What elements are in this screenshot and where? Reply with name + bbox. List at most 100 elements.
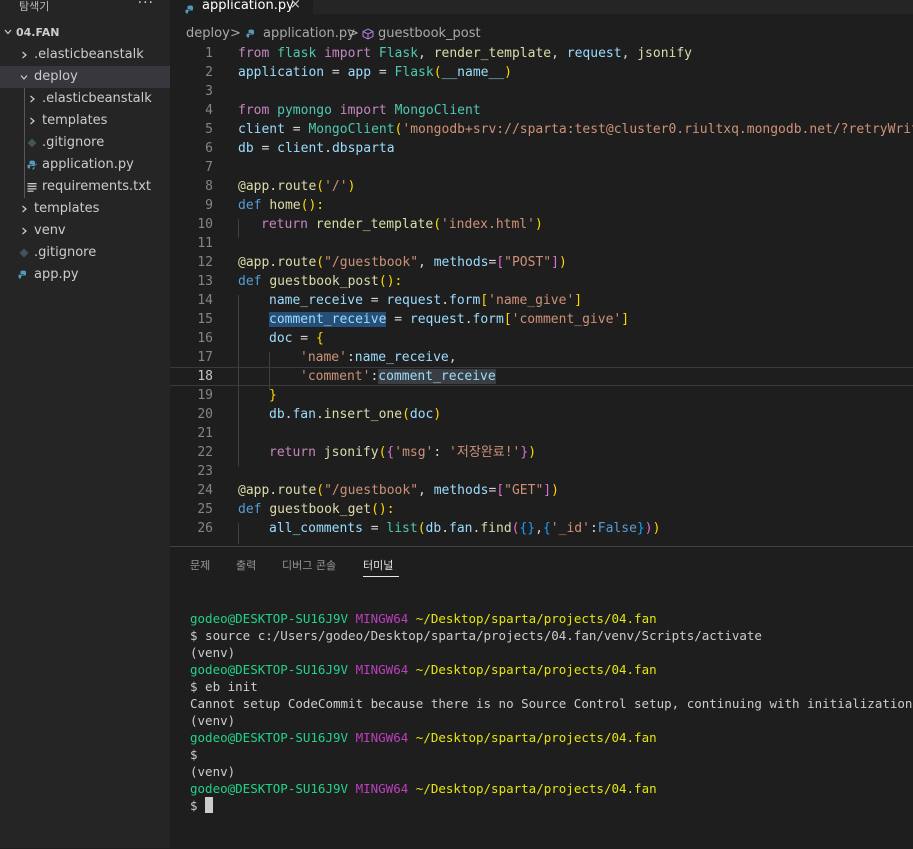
workspace-title: 04.FAN [16,26,60,39]
more-actions-icon[interactable]: ··· [138,0,154,10]
line-number: 16 [197,331,213,346]
token: ] [543,483,552,498]
token: '저장완료!' [449,445,521,460]
chevron-right-icon [28,95,36,103]
token: render_template [315,217,434,232]
token: { [542,521,551,536]
token: db [269,407,285,422]
terminal-line: godeo@DESKTOP-SU16J9V MINGW64 ~/Desktop/… [190,729,657,746]
terminal-line: godeo@DESKTOP-SU16J9V MINGW64 ~/Desktop/… [190,661,657,678]
token: 'index.html' [441,217,535,232]
terminal-line: (venv) [190,764,236,779]
line-number: 3 [205,84,213,99]
token: db [238,141,254,156]
code-line-8: 8 @app.route('/') [170,177,913,196]
token: { [315,331,324,346]
tab-debug-console[interactable]: 디버그 콘솔 [282,557,336,573]
terminal-line: $ source c:/Users/godeo/Desktop/sparta/p… [190,628,762,643]
token: return [269,445,316,460]
code-line-15: 15 comment_receive = request.form['commen… [170,310,913,329]
token: ) [528,445,537,460]
token: MongoClient [308,122,395,137]
tab-problems[interactable]: 문제 [190,557,210,573]
tree-item-templates[interactable]: templates [0,198,170,220]
token: doc [409,407,434,422]
tree-item-deploy-requirements[interactable]: requirements.txt [0,176,170,198]
code-editor[interactable]: 1 from flask import Flask, render_templat… [170,44,913,544]
token: db [425,521,442,536]
token: ) [433,407,442,422]
token-highlight: comment_receive [269,312,387,327]
line-number: 10 [197,217,213,232]
token: : [589,521,598,536]
token: , [621,46,638,61]
breadcrumb-guestbook-post[interactable]: guestbook_post [378,26,481,41]
close-icon[interactable]: × [290,0,301,12]
tree-item-deploy-elasticbeanstalk[interactable]: .elasticbeanstalk [0,88,170,110]
line-number: 4 [205,103,213,118]
token: MongoClient [394,103,481,118]
token: [ [496,255,505,270]
code-line-7: 7 [170,158,913,177]
token: request [409,312,465,327]
tree-item-venv[interactable]: venv [0,220,170,242]
token: . [464,312,473,327]
workspace-section[interactable]: 04.FAN [0,22,170,44]
prompt-env: MINGW64 [355,730,409,745]
token: False [597,521,637,536]
token: 'comment' [300,369,371,384]
prompt-env: MINGW64 [355,611,409,626]
token: Flask [394,65,434,80]
token: ) [652,521,661,536]
token: = [284,122,309,137]
chevron-right-icon [20,227,28,235]
tree-item-app-py[interactable]: app.py [0,264,170,286]
token: guestbook_get [269,502,372,517]
token: ( [316,179,325,194]
line-number: 7 [205,160,213,175]
token: : [346,350,355,365]
token: doc [269,331,293,346]
token: pymongo [277,103,332,118]
line-number: 21 [197,426,213,441]
token: home [269,198,301,213]
tab-terminal[interactable]: 터미널 [363,557,393,573]
token: def [238,502,262,517]
prompt-dollar: $ [190,798,198,813]
token: @app.route [238,179,317,194]
token: methods [433,483,489,498]
token: . [324,141,332,156]
tree-item-deploy-templates[interactable]: templates [0,110,170,132]
python-icon [246,26,256,43]
code-line-19: 19} [170,386,913,405]
token: = [362,521,387,536]
tree-item-deploy[interactable]: deploy [0,66,170,88]
token: insert_one [323,407,403,422]
tab-output[interactable]: 출력 [236,557,256,573]
line-number: 11 [197,236,213,251]
python-icon [27,160,37,170]
token: ( [417,521,426,536]
token: [ [496,483,505,498]
token: , [418,46,434,61]
breadcrumb-application-py[interactable]: application.py [263,26,355,41]
tree-item-gitignore[interactable]: .gitignore [0,242,170,264]
tree-item-elasticbeanstalk[interactable]: .elasticbeanstalk [0,44,170,66]
tree-item-deploy-application-py[interactable]: application.py [0,154,170,176]
prompt-user: godeo@DESKTOP-SU16J9V [190,781,349,796]
explorer-header: 탐색기 ··· [0,0,170,20]
token: ( [402,407,410,422]
token: name_receive [269,293,363,308]
token: } [269,388,277,403]
chevron-down-icon [20,73,28,81]
token: render_template [433,46,552,61]
token: request [566,46,622,61]
tab-application-py[interactable]: application.py × [170,0,313,14]
token: 'msg' [394,445,434,460]
tree-item-deploy-gitignore[interactable]: .gitignore [0,132,170,154]
token: form [449,293,481,308]
token: @app.route [238,255,317,270]
token: [ [503,312,512,327]
prompt-user: godeo@DESKTOP-SU16J9V [190,611,349,626]
breadcrumb-deploy[interactable]: deploy [186,26,230,41]
